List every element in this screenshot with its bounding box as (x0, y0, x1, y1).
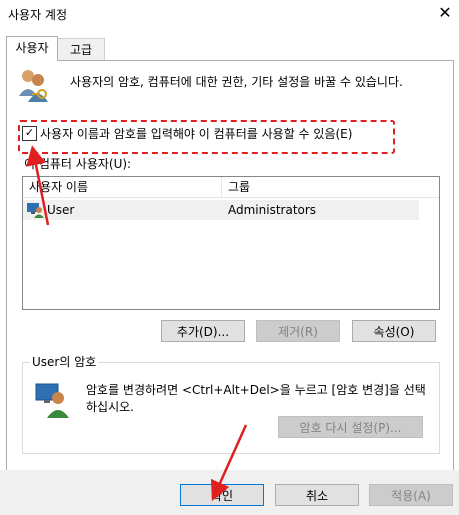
column-header-group[interactable]: 그룹 (222, 177, 418, 197)
cancel-button[interactable]: 취소 (275, 484, 359, 506)
password-group-title: User의 암호 (30, 353, 99, 370)
add-user-button[interactable]: 추가(D)... (161, 320, 245, 342)
properties-button[interactable]: 속성(O) (352, 320, 436, 342)
users-list-header: 사용자 이름 그룹 (23, 177, 439, 198)
require-login-checkbox[interactable]: ✓ (22, 126, 37, 141)
window-title: 사용자 계정 (8, 8, 68, 22)
require-login-label[interactable]: 사용자 이름과 암호를 입력해야 이 컴퓨터를 사용할 수 있음(E) (40, 125, 352, 142)
reset-password-button[interactable]: 암호 다시 설정(P)... (278, 416, 423, 438)
column-header-username[interactable]: 사용자 이름 (23, 177, 221, 197)
user-name-cell: User (47, 203, 75, 217)
title-bar (0, 0, 459, 30)
close-icon[interactable]: ✕ (434, 2, 456, 24)
ok-button[interactable]: 확인 (180, 484, 264, 506)
tab-users[interactable]: 사용자 (6, 36, 58, 61)
tab-advanced[interactable]: 고급 (57, 38, 105, 61)
users-keys-icon (19, 70, 48, 102)
users-list[interactable]: 사용자 이름 그룹 User Administrators (22, 176, 440, 310)
remove-user-button[interactable]: 제거(R) (256, 320, 340, 342)
user-icon (27, 203, 44, 218)
user-key-icon (35, 383, 69, 418)
apply-button[interactable]: 적용(A) (369, 484, 453, 506)
description-text: 사용자의 암호, 컴퓨터에 대한 권한, 기타 설정을 바꿀 수 있습니다. (70, 75, 403, 89)
user-group-cell: Administrators (228, 203, 317, 217)
password-instructions: 암호를 변경하려면 <Ctrl+Alt+Del>을 누르고 [암호 변경]을 선… (86, 383, 426, 414)
users-list-label: 이 컴퓨터 사용자(U): (24, 157, 132, 171)
table-row[interactable]: User Administrators (23, 200, 419, 220)
